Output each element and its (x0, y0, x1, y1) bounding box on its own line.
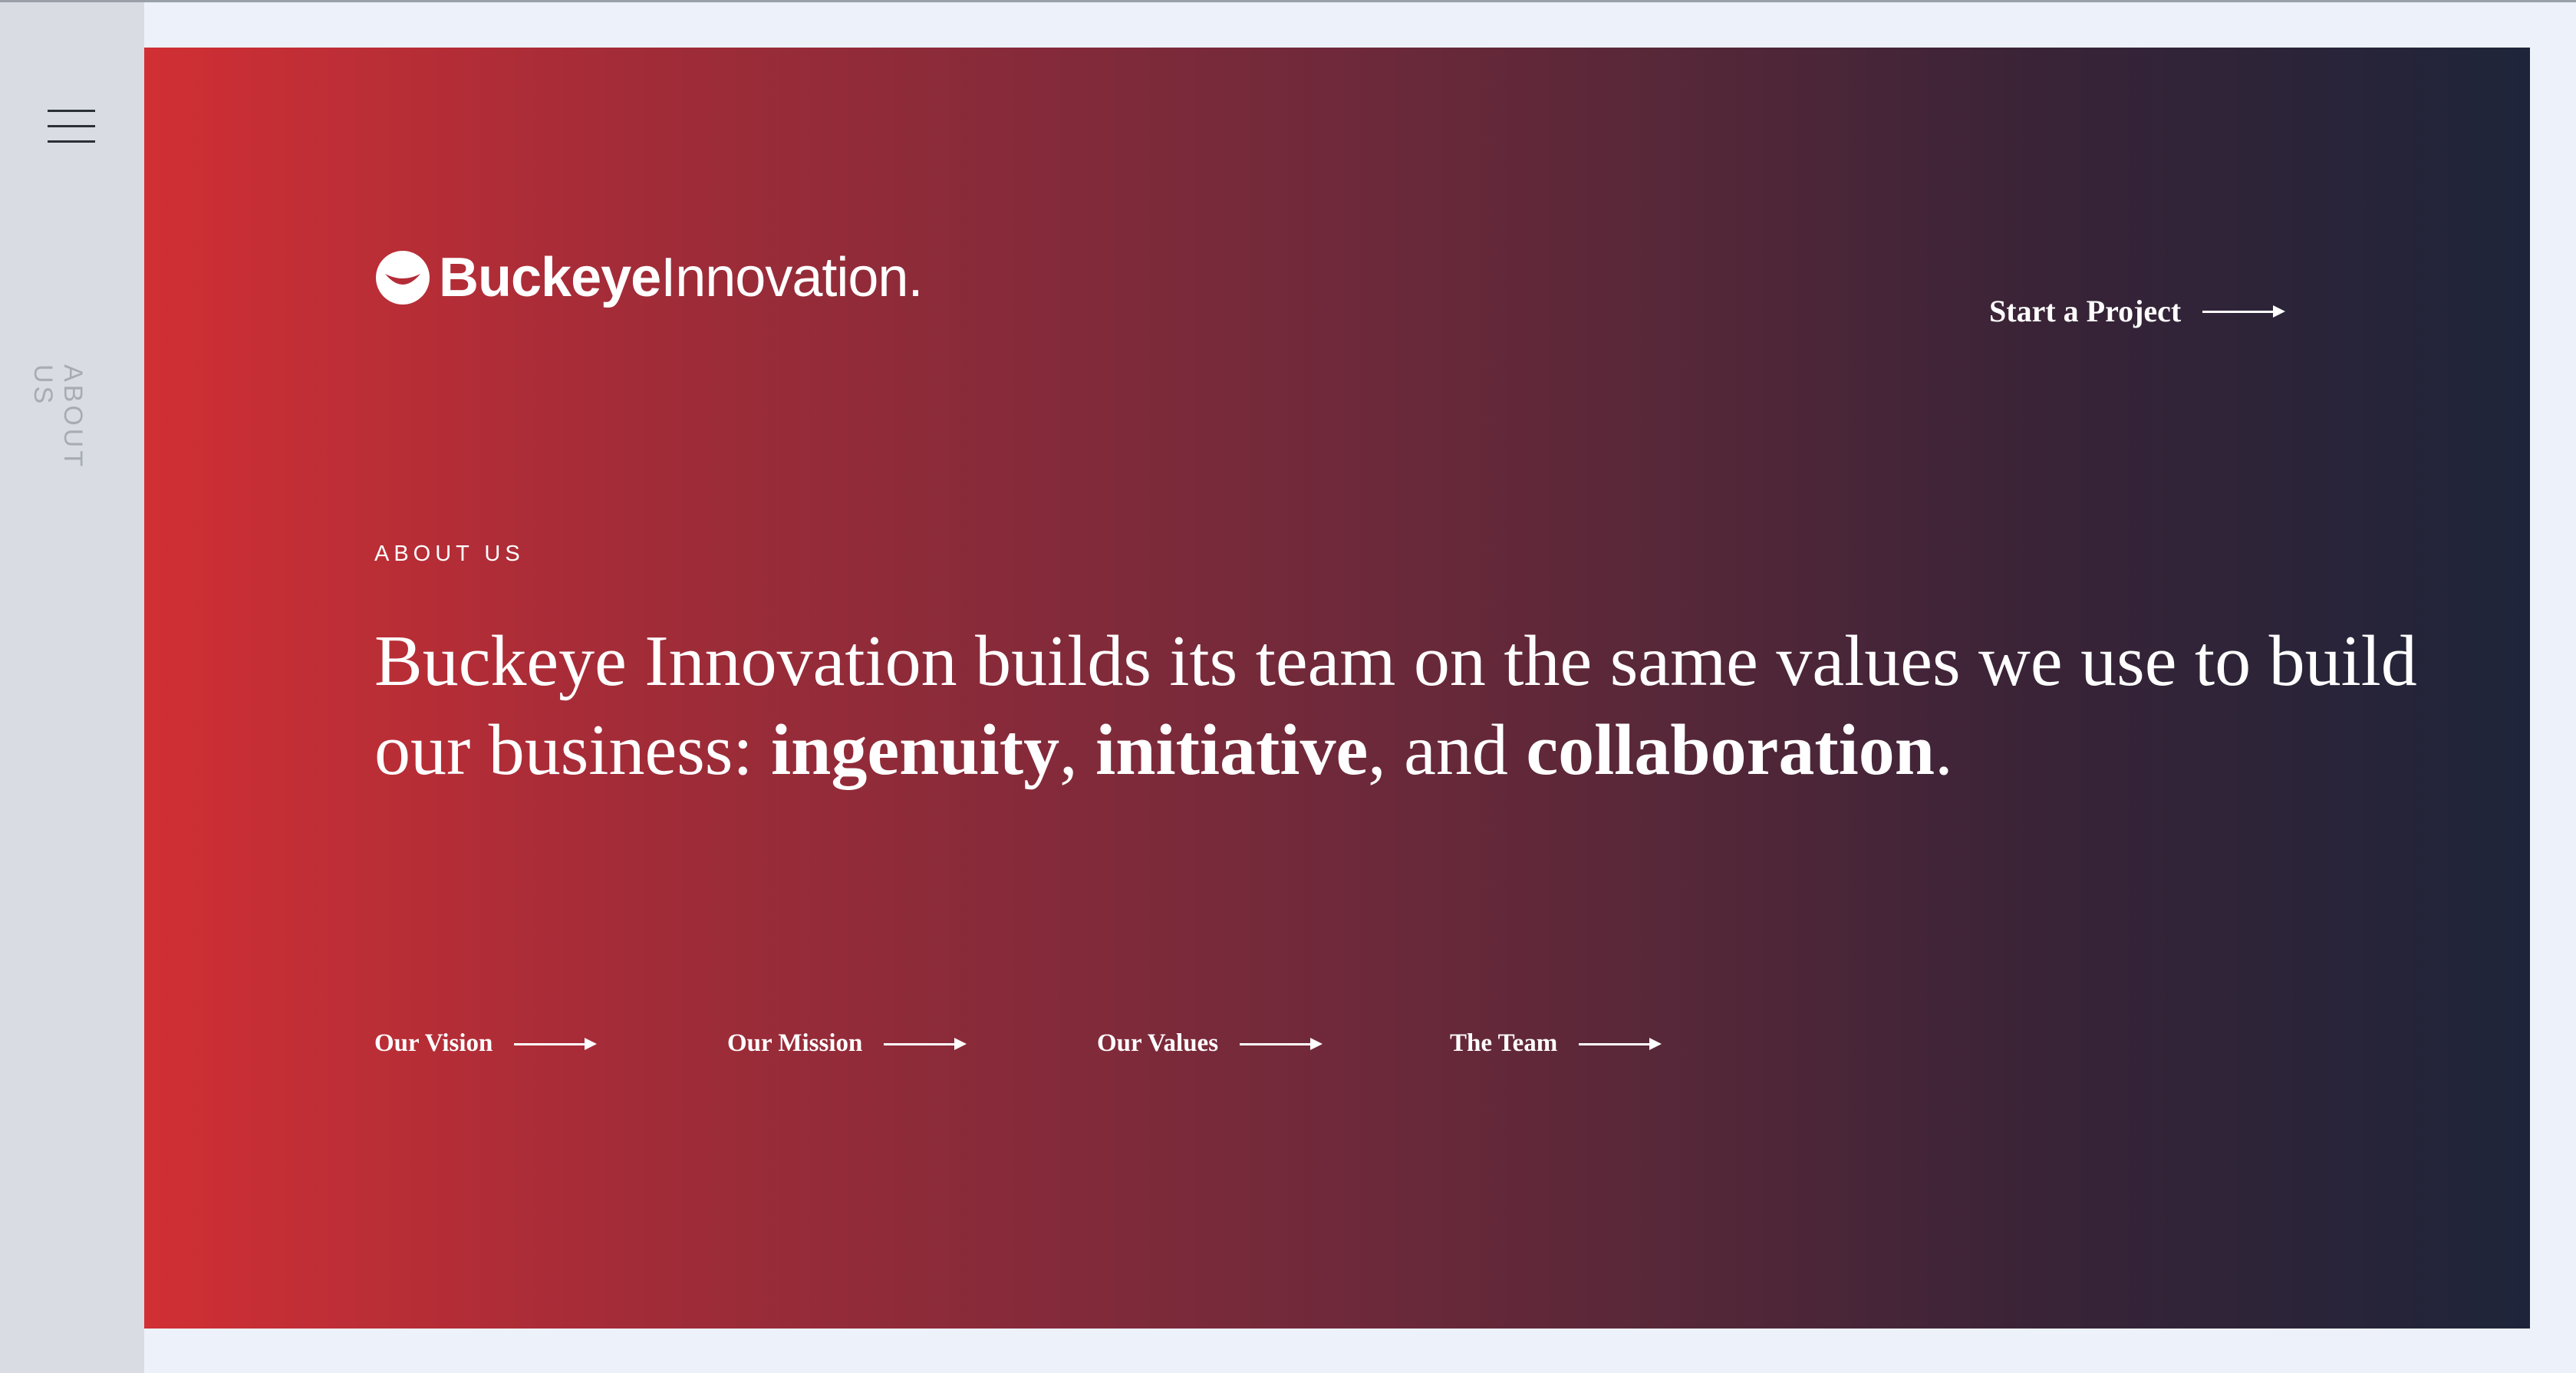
menu-line (48, 110, 95, 112)
our-values-label: Our Values (1097, 1029, 1219, 1057)
logo-wordmark-light: Innovation. (660, 247, 923, 308)
section-eyebrow: ABOUT US (374, 542, 525, 566)
our-values-link[interactable]: Our Values (1097, 1029, 1323, 1058)
arrow-right-icon (514, 1036, 598, 1052)
site-logo[interactable]: BuckeyeInnovation. (374, 239, 923, 316)
arrow-right-icon (884, 1036, 967, 1052)
rail-section-label: ABOUT US (28, 364, 87, 469)
headline-end: . (1935, 710, 1953, 790)
headline-value-ingenuity: ingenuity (771, 710, 1060, 790)
start-project-label: Start a Project (1989, 294, 2182, 328)
headline-separator: , and (1368, 710, 1527, 790)
our-vision-link[interactable]: Our Vision (374, 1029, 598, 1058)
our-mission-label: Our Mission (727, 1029, 863, 1057)
the-team-label: The Team (1450, 1029, 1558, 1057)
headline-value-collaboration: collaboration (1526, 710, 1935, 790)
headline-value-initiative: initiative (1095, 710, 1369, 790)
the-team-link[interactable]: The Team (1450, 1029, 1662, 1058)
hamburger-menu-icon[interactable] (48, 110, 95, 145)
hero-section: BuckeyeInnovation. Start a Project ABOUT… (144, 48, 2530, 1329)
arrow-right-icon (2202, 304, 2286, 319)
window-top-border (0, 0, 2576, 2)
hero-headline: Buckeye Innovation builds its team on th… (374, 617, 2430, 795)
buckeye-logo-icon (376, 251, 430, 305)
menu-line (48, 140, 95, 143)
start-project-link[interactable]: Start a Project (1989, 293, 2286, 329)
arrow-right-icon (1579, 1036, 1662, 1052)
arrow-right-icon (1240, 1036, 1323, 1052)
our-vision-label: Our Vision (374, 1029, 493, 1057)
logo-wordmark-bold: Buckeye (439, 247, 661, 308)
our-mission-link[interactable]: Our Mission (727, 1029, 967, 1058)
side-rail: ABOUT US (0, 2, 144, 1373)
headline-separator: , (1059, 710, 1096, 790)
menu-line (48, 125, 95, 127)
logo-wordmark: BuckeyeInnovation. (439, 247, 923, 308)
